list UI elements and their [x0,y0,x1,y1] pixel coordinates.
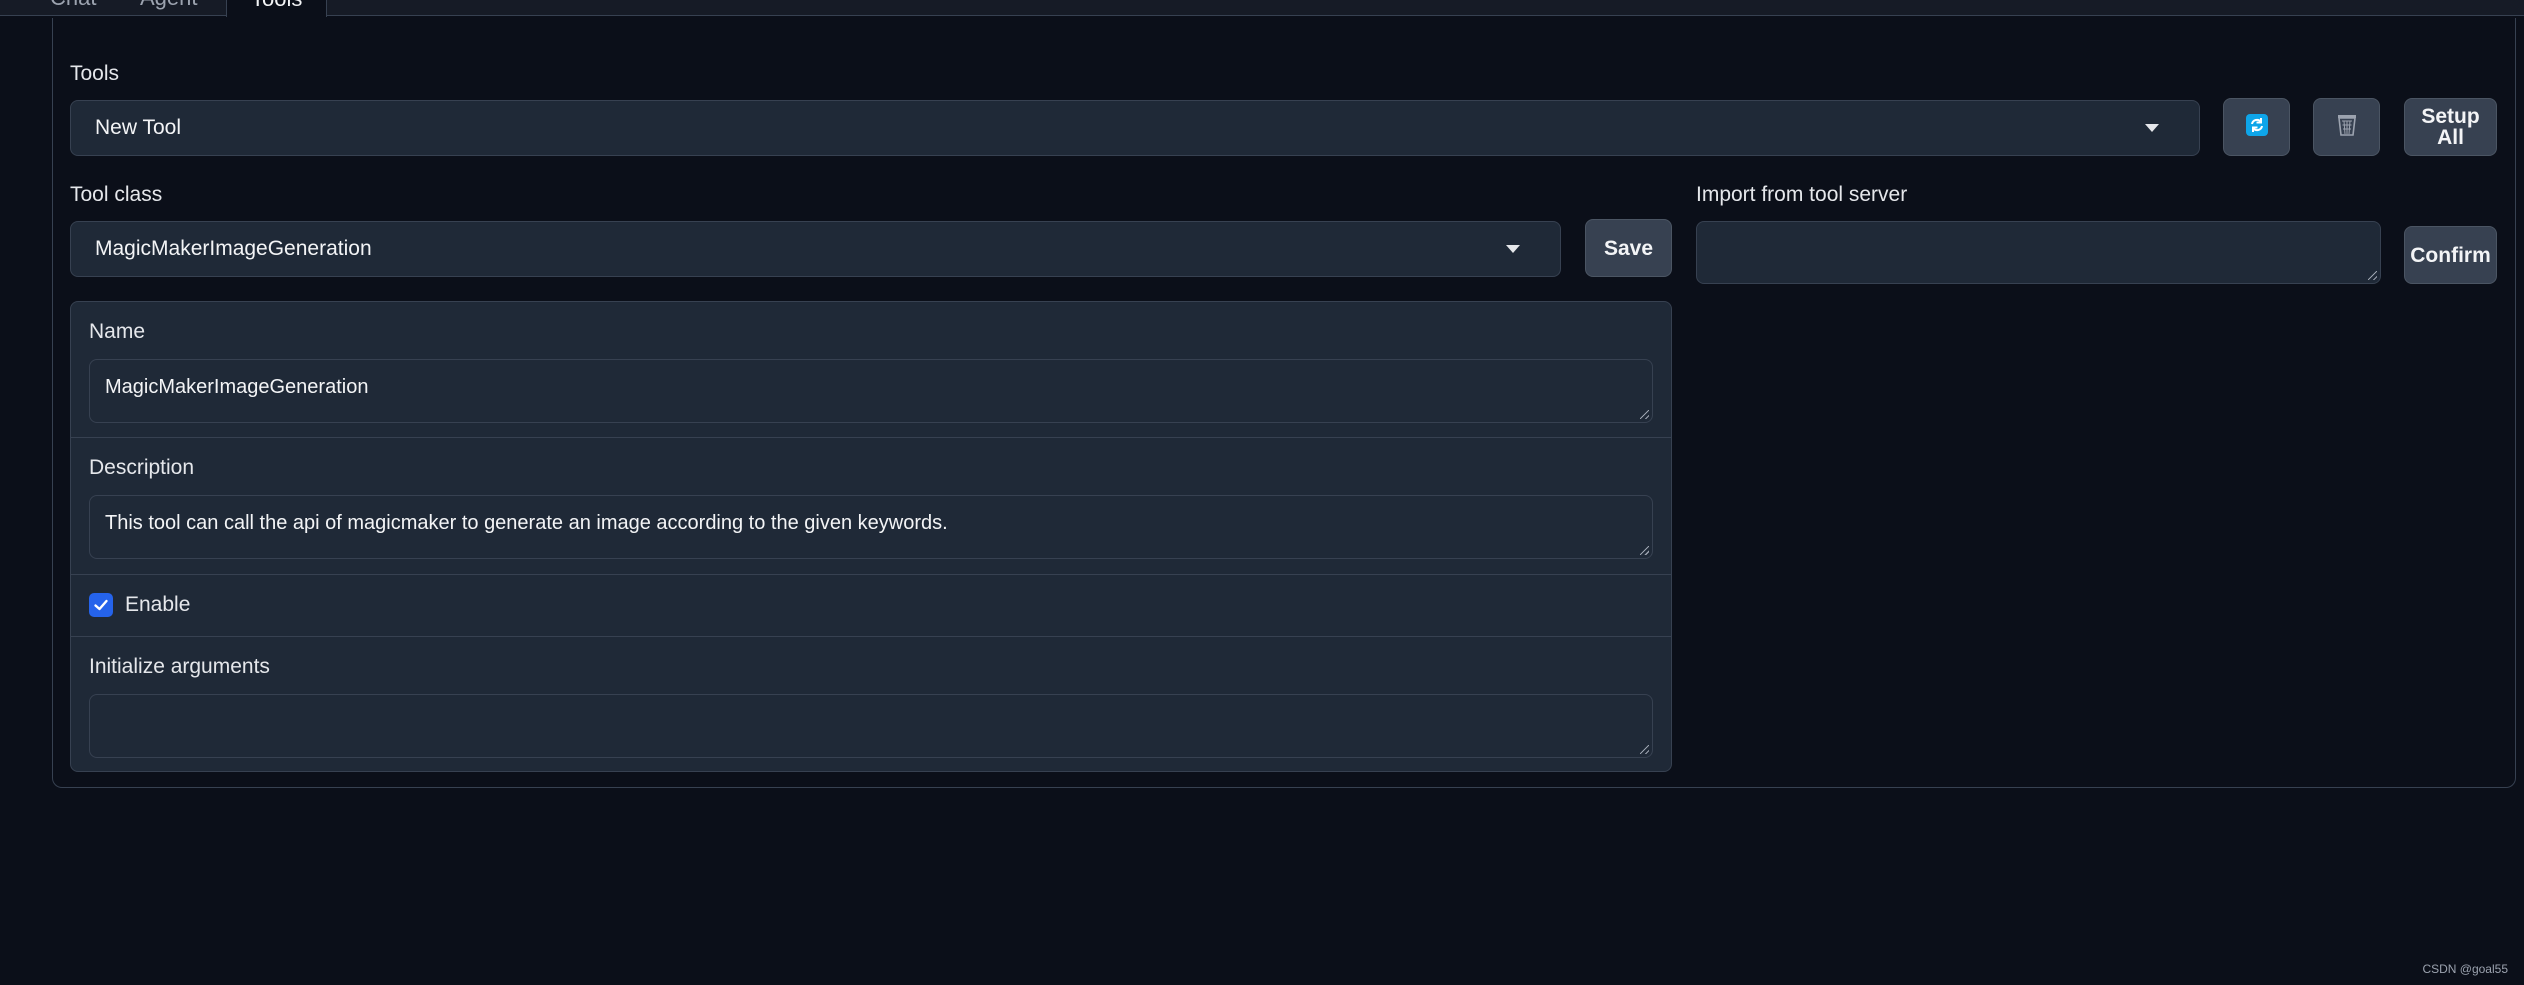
name-value: MagicMakerImageGeneration [105,376,369,398]
tab-agent[interactable]: Agent [118,0,220,16]
tool-class-value: MagicMakerImageGeneration [95,237,372,260]
tool-select-value: New Tool [95,116,181,139]
tools-label: Tools [70,62,120,85]
description-field[interactable]: This tool can call the api of magicmaker… [89,495,1653,559]
tool-config-form: Name MagicMakerImageGeneration Descripti… [70,301,1672,772]
tool-select-dropdown[interactable]: New Tool [70,100,2200,156]
tool-class-dropdown[interactable]: MagicMakerImageGeneration [70,221,1561,277]
chevron-down-icon [1506,245,1520,253]
enable-label: Enable [125,593,191,616]
init-args-field[interactable] [89,694,1653,758]
chevron-down-icon [2145,124,2159,132]
refresh-icon [2245,114,2268,140]
description-section: Description This tool can call the api o… [71,438,1671,575]
tab-bar: Chat Agent Tools [0,0,2524,17]
delete-button[interactable] [2313,98,2380,156]
tool-class-label: Tool class [70,183,163,206]
enable-section: Enable [71,575,1671,637]
refresh-button[interactable] [2223,98,2290,156]
name-field[interactable]: MagicMakerImageGeneration [89,359,1653,423]
resize-handle[interactable] [1640,745,1649,754]
resize-handle[interactable] [1640,546,1649,555]
resize-handle[interactable] [1640,410,1649,419]
resize-handle[interactable] [2368,271,2377,280]
setup-all-button[interactable]: Setup All [2404,98,2497,156]
import-server-input[interactable] [1696,221,2381,284]
tab-tools[interactable]: Tools [226,0,328,17]
save-button[interactable]: Save [1585,219,1672,277]
trash-icon [2336,113,2358,141]
confirm-button[interactable]: Confirm [2404,226,2497,284]
check-icon [94,599,108,611]
import-server-label: Import from tool server [1696,183,1908,206]
watermark: CSDN @goal55 [2422,962,2508,976]
description-value: This tool can call the api of magicmaker… [105,512,948,534]
tab-chat[interactable]: Chat [28,0,118,16]
init-args-section: Initialize arguments [71,637,1671,771]
description-label: Description [89,456,195,479]
init-args-label: Initialize arguments [89,655,270,678]
name-section: Name MagicMakerImageGeneration [71,302,1671,438]
name-label: Name [89,320,146,343]
enable-checkbox[interactable] [89,593,113,617]
